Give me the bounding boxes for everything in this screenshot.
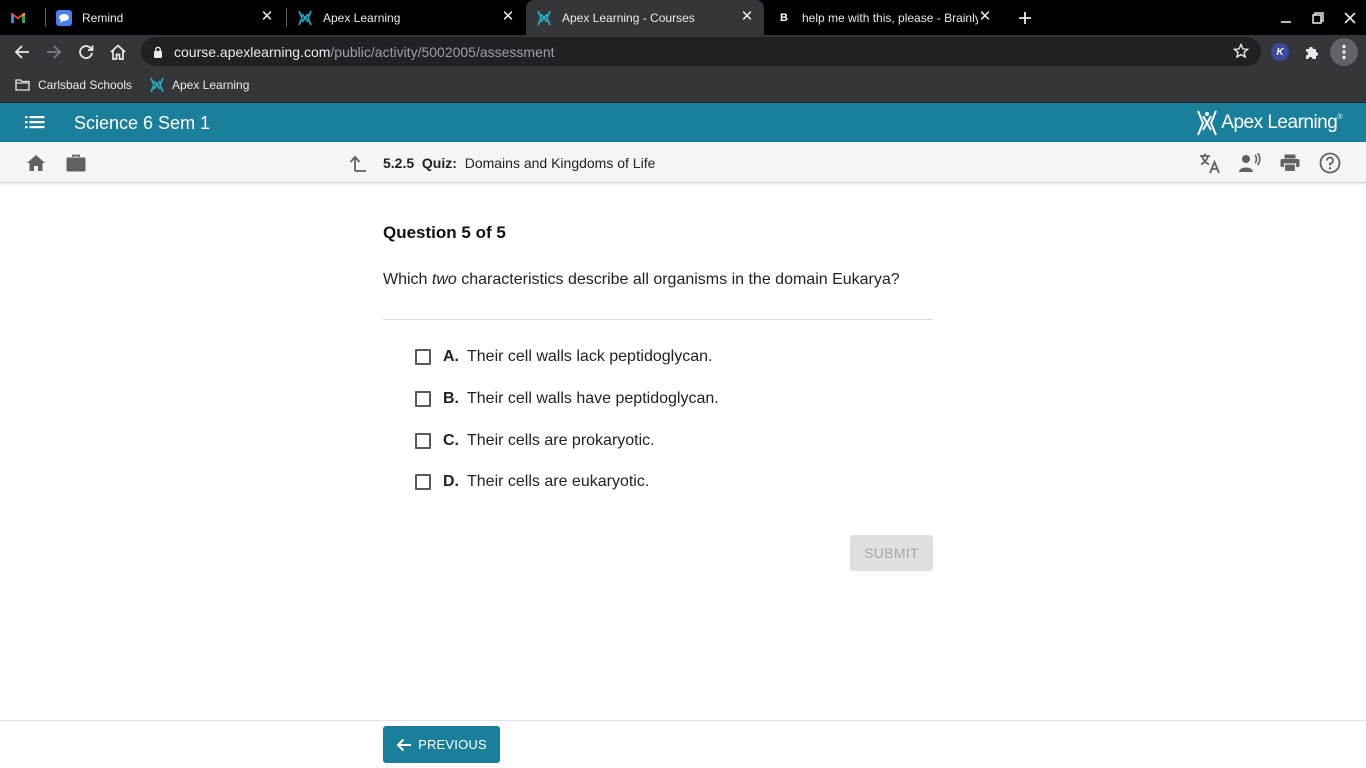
checkbox[interactable] <box>415 349 431 365</box>
url-text: course.apexlearning.com/public/activity/… <box>174 44 555 60</box>
activity-type: Quiz: <box>421 155 457 171</box>
close-icon[interactable]: ✕ <box>978 9 992 24</box>
checkbox[interactable] <box>415 474 431 490</box>
breadcrumb: 5.2.5 Quiz: Domains and Kingdoms of Life <box>383 155 655 171</box>
app-header: Science 6 Sem 1 Apex Learning ® <box>0 103 1366 142</box>
submit-button[interactable]: SUBMIT <box>850 535 933 571</box>
tab-title: Apex Learning - Courses <box>562 10 695 25</box>
restore-icon[interactable] <box>1302 0 1334 35</box>
footer-nav: PREVIOUS <box>0 720 1366 768</box>
reload-icon[interactable] <box>72 38 100 66</box>
close-window-icon[interactable] <box>1334 0 1366 35</box>
apex-icon <box>150 77 164 93</box>
text-to-speech-icon[interactable] <box>1238 151 1262 175</box>
lock-icon <box>153 45 163 63</box>
apex-icon <box>297 10 313 26</box>
close-icon[interactable]: ✕ <box>260 9 274 24</box>
option-text: Their cells are eukaryotic. <box>467 473 650 490</box>
tab-apex-courses[interactable]: Apex Learning - Courses ✕ <box>526 0 764 35</box>
bookmarks-bar: Carlsbad Schools Apex Learning <box>0 68 1366 103</box>
tab-gmail[interactable] <box>10 0 44 35</box>
remind-icon <box>56 9 72 26</box>
kami-extension-icon[interactable]: K <box>1266 38 1294 66</box>
apex-logo-icon <box>1197 110 1218 136</box>
question-counter: Question 5 of 5 <box>383 223 506 242</box>
close-icon[interactable]: ✕ <box>501 9 515 24</box>
option-text: Their cell walls have peptidoglycan. <box>467 390 719 407</box>
up-level-icon[interactable] <box>346 151 370 175</box>
brand-name: Apex Learning <box>1221 112 1338 133</box>
question-text: Which two characteristics describe all o… <box>383 271 900 288</box>
browser-toolbar: course.apexlearning.com/public/activity/… <box>0 35 1366 68</box>
home-icon[interactable] <box>104 38 132 66</box>
apex-logo: Apex Learning ® <box>1196 110 1342 136</box>
answer-option-a[interactable]: A. Their cell walls lack peptidoglycan. <box>415 345 712 369</box>
folder-icon <box>15 78 30 91</box>
course-title: Science 6 Sem 1 <box>74 113 211 133</box>
answer-option-b[interactable]: B. Their cell walls have peptidoglycan. <box>415 387 719 411</box>
activity-nav-bar: 5.2.5 Quiz: Domains and Kingdoms of Life <box>0 142 1366 183</box>
extensions-puzzle-icon[interactable] <box>1298 38 1326 66</box>
answer-option-d[interactable]: D. Their cells are eukaryotic. <box>415 470 649 494</box>
answer-option-c[interactable]: C. Their cells are prokaryotic. <box>415 429 655 453</box>
tab-title: help me with this, please - Brainly <box>802 10 978 25</box>
option-text: Their cells are prokaryotic. <box>467 432 655 449</box>
minimize-icon[interactable] <box>1270 0 1302 35</box>
forward-icon[interactable] <box>40 38 68 66</box>
divider <box>383 319 933 320</box>
new-tab-icon[interactable] <box>1009 0 1041 35</box>
previous-button[interactable]: PREVIOUS <box>383 726 500 763</box>
bookmark-carlsbad-schools[interactable]: Carlsbad Schools <box>15 68 132 101</box>
browser-tab-strip: Remind ✕ Apex Learning ✕ Apex Learning -… <box>0 0 1366 35</box>
bookmark-star-icon[interactable] <box>1232 42 1250 64</box>
tab-title: Apex Learning <box>323 10 401 25</box>
print-icon[interactable] <box>1278 151 1302 175</box>
home-icon[interactable] <box>24 151 48 175</box>
back-icon[interactable] <box>8 38 36 66</box>
address-bar[interactable]: course.apexlearning.com/public/activity/… <box>141 37 1261 66</box>
menu-list-icon[interactable] <box>25 113 45 136</box>
checkbox[interactable] <box>415 391 431 407</box>
bookmark-apex-learning[interactable]: Apex Learning <box>150 68 249 101</box>
tab-apex-learning[interactable]: Apex Learning ✕ <box>297 0 525 35</box>
tab-title: Remind <box>82 10 124 25</box>
tab-remind[interactable]: Remind ✕ <box>56 0 284 35</box>
brainly-icon: B <box>780 11 788 24</box>
option-text: Their cell walls lack peptidoglycan. <box>467 348 713 365</box>
help-icon[interactable] <box>1318 151 1342 175</box>
close-icon[interactable]: ✕ <box>740 9 754 24</box>
briefcase-icon[interactable] <box>64 151 88 175</box>
translate-icon[interactable] <box>1198 151 1222 175</box>
gmail-icon <box>10 10 26 26</box>
tab-brainly[interactable]: B help me with this, please - Brainly ✕ <box>776 0 1002 35</box>
checkbox[interactable] <box>415 433 431 449</box>
browser-menu-icon[interactable] <box>1330 38 1358 66</box>
activity-number: 5.2.5 <box>383 155 415 171</box>
apex-icon <box>536 10 552 26</box>
activity-title: Domains and Kingdoms of Life <box>464 155 656 171</box>
arrow-left-icon <box>396 738 412 751</box>
